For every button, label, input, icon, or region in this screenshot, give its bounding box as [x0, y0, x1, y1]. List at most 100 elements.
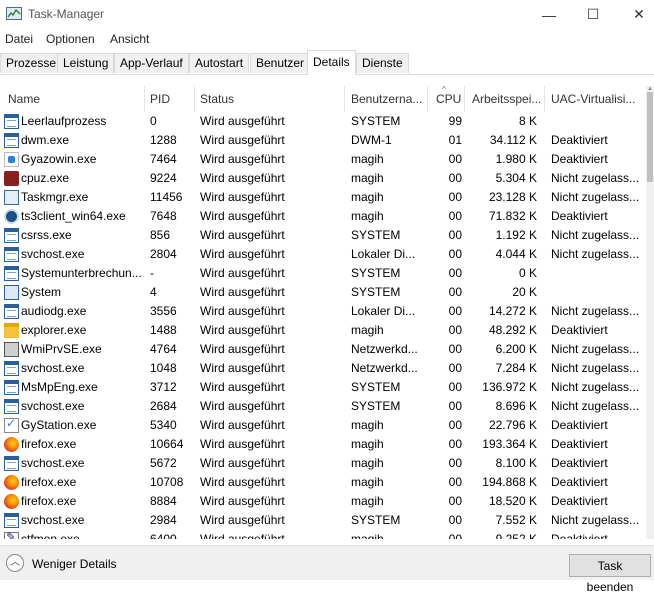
table-row[interactable]: explorer.exe 1488 Wird ausgeführt magih 00 48…	[0, 321, 646, 340]
process-user: magih	[351, 532, 384, 539]
process-name: audiodg.exe	[21, 304, 87, 318]
process-user: DWM-1	[351, 133, 392, 147]
table-row[interactable]: System 4 Wird ausgeführt SYSTEM 00 20 K	[0, 283, 646, 302]
vertical-scrollbar[interactable]: ▲	[646, 86, 654, 539]
column-uac-virtualisierung[interactable]: UAC-Virtualisi...	[551, 86, 643, 112]
process-uac: Deaktiviert	[551, 323, 608, 337]
table-row[interactable]: ts3client_win64.exe 7648 Wird ausgeführt ma…	[0, 207, 646, 226]
column-divider[interactable]	[144, 86, 145, 112]
process-user: SYSTEM	[351, 513, 401, 527]
table-row[interactable]: Systemunterbrechun... - Wird ausgeführt SYS…	[0, 264, 646, 283]
process-status: Wird ausgeführt	[200, 247, 285, 261]
gyazo-icon	[4, 152, 19, 167]
process-status: Wird ausgeführt	[200, 513, 285, 527]
table-row[interactable]: cpuz.exe 9224 Wird ausgeführt magih 00 5.304 …	[0, 169, 646, 188]
firefox-icon	[4, 494, 19, 509]
process-name: Leerlaufprozess	[21, 114, 107, 128]
process-memory: 18.520 K	[488, 494, 537, 508]
column-divider[interactable]	[464, 86, 465, 112]
chevron-up-icon[interactable]: ︿	[6, 554, 24, 572]
tab-app-verlauf[interactable]: App-Verlauf	[114, 53, 189, 73]
table-row[interactable]: MsMpEng.exe 3712 Wird ausgeführt SYSTEM 00 13…	[0, 378, 646, 397]
tab-prozesse[interactable]: Prozesse	[0, 53, 63, 73]
process-memory: 8 K	[518, 114, 537, 128]
process-pid: 5672	[150, 456, 177, 470]
tab-details[interactable]: Details	[307, 50, 356, 75]
process-pid: 10664	[150, 437, 184, 451]
process-pid: 8884	[150, 494, 177, 508]
table-row[interactable]: firefox.exe 10664 Wird ausgeführt magih 00 19…	[0, 435, 646, 454]
table-row[interactable]: audiodg.exe 3556 Wird ausgeführt Lokaler Di…	[0, 302, 646, 321]
column-name[interactable]: Name	[8, 86, 142, 112]
column-arbeitsspeicher[interactable]: Arbeitsspei...	[472, 86, 540, 112]
minimize-button[interactable]: —	[526, 0, 572, 29]
window-icon	[4, 399, 19, 414]
column-divider[interactable]	[544, 86, 545, 112]
process-cpu: 00	[448, 494, 462, 508]
column-header: Name PID Status Benutzerna... ^ CPU Arbe…	[0, 85, 646, 112]
tab-dienste[interactable]: Dienste	[356, 53, 409, 73]
process-memory: 71.832 K	[488, 209, 537, 223]
maximize-button[interactable]: ☐	[570, 0, 616, 29]
window-icon	[4, 513, 19, 528]
table-row[interactable]: firefox.exe 10708 Wird ausgeführt magih 00 19…	[0, 473, 646, 492]
process-uac: Deaktiviert	[551, 209, 608, 223]
table-row[interactable]: firefox.exe 8884 Wird ausgeführt magih 00 18.…	[0, 492, 646, 511]
process-name: csrss.exe	[21, 228, 72, 242]
process-pid: 5340	[150, 418, 177, 432]
menu-ansicht[interactable]: Ansicht	[110, 32, 149, 46]
table-row[interactable]: svchost.exe 2684 Wird ausgeführt SYSTEM 00 8.…	[0, 397, 646, 416]
menu-optionen[interactable]: Optionen	[46, 32, 95, 46]
process-list[interactable]: Leerlaufprozess 0 Wird ausgeführt SYSTEM 99 8…	[0, 112, 646, 539]
table-row[interactable]: Leerlaufprozess 0 Wird ausgeführt SYSTEM 99 8…	[0, 112, 646, 131]
fewer-details-link[interactable]: Weniger Details	[32, 557, 116, 571]
table-row[interactable]: dwm.exe 1288 Wird ausgeführt DWM-1 01 34.112 …	[0, 131, 646, 150]
process-uac	[551, 264, 643, 283]
process-user: magih	[351, 190, 384, 204]
process-status: Wird ausgeführt	[200, 266, 285, 280]
column-divider[interactable]	[427, 86, 428, 112]
process-memory: 1.192 K	[495, 228, 537, 242]
tab-benutzer[interactable]: Benutzer	[250, 53, 311, 73]
table-row[interactable]: WmiPrvSE.exe 4764 Wird ausgeführt Netzwerkd…	[0, 340, 646, 359]
table-row[interactable]: GyStation.exe 5340 Wird ausgeführt magih 00 2…	[0, 416, 646, 435]
process-cpu: 00	[448, 190, 462, 204]
column-status[interactable]: Status	[200, 86, 340, 112]
column-benutzername[interactable]: Benutzerna...	[351, 86, 423, 112]
table-row[interactable]: ctfmon.exe 6400 Wird ausgeführt magih 00 9.25…	[0, 530, 646, 539]
firefox-icon	[4, 437, 19, 452]
window-icon	[4, 228, 19, 243]
process-status: Wird ausgeführt	[200, 171, 285, 185]
process-pid: 11456	[150, 190, 183, 204]
column-pid[interactable]: PID	[150, 86, 192, 112]
table-row[interactable]: csrss.exe 856 Wird ausgeführt SYSTEM 00 1.192…	[0, 226, 646, 245]
table-row[interactable]: Taskmgr.exe 11456 Wird ausgeführt magih 00 23…	[0, 188, 646, 207]
process-pid: 10708	[150, 475, 184, 489]
tab-leistung[interactable]: Leistung	[57, 53, 115, 73]
title-bar: Task-Manager — ☐ ✕	[0, 0, 654, 29]
process-memory: 0 K	[518, 266, 537, 280]
scrollbar-thumb[interactable]	[647, 92, 653, 182]
table-row[interactable]: svchost.exe 2984 Wird ausgeführt SYSTEM 00 7.…	[0, 511, 646, 530]
end-task-button[interactable]: Task beenden	[569, 554, 651, 594]
process-cpu: 00	[448, 437, 462, 451]
process-cpu: 00	[448, 475, 462, 489]
table-row[interactable]: Gyazowin.exe 7464 Wird ausgeführt magih 00 1.…	[0, 150, 646, 169]
process-uac: Deaktiviert	[551, 152, 608, 166]
menu-datei[interactable]: Datei	[5, 32, 33, 46]
column-divider[interactable]	[344, 86, 345, 112]
process-memory: 5.304 K	[495, 171, 537, 185]
table-row[interactable]: svchost.exe 5672 Wird ausgeführt magih 00 8.1…	[0, 454, 646, 473]
footer-bar: ︿ Weniger Details Task beenden	[0, 545, 654, 594]
tab-autostart[interactable]: Autostart	[189, 53, 250, 73]
table-row[interactable]: svchost.exe 2804 Wird ausgeführt Lokaler Di…	[0, 245, 646, 264]
process-uac: Nicht zugelass...	[551, 513, 640, 527]
column-cpu[interactable]: CPU	[436, 86, 462, 112]
window-icon	[4, 380, 19, 395]
close-button[interactable]: ✕	[616, 0, 654, 29]
column-divider[interactable]	[194, 86, 195, 112]
table-row[interactable]: svchost.exe 1048 Wird ausgeführt Netzwerkd.…	[0, 359, 646, 378]
process-cpu: 01	[448, 133, 462, 147]
process-uac: Deaktiviert	[551, 456, 608, 470]
process-pid: 4	[150, 285, 157, 299]
